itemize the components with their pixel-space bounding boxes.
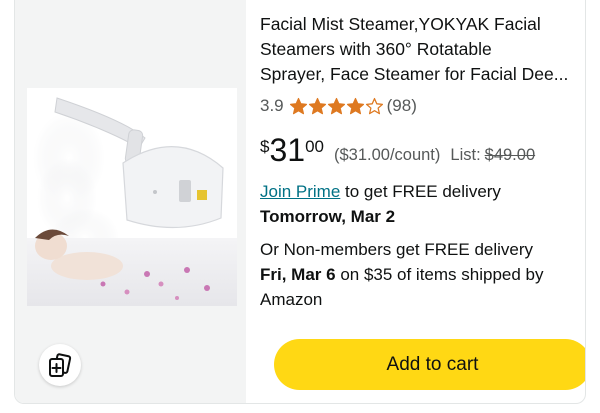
join-prime-link[interactable]: Join Prime [260, 182, 340, 201]
list-price: $49.00 [484, 146, 536, 164]
rating-value: 3.9 [260, 96, 284, 115]
nonmember-delivery-date: Fri, Mar 6 [260, 265, 336, 284]
add-to-cart-button[interactable]: Add to cart [274, 339, 585, 390]
facial-steamer-illustration [27, 88, 237, 306]
star-full-icon [308, 97, 326, 114]
star-full-icon [289, 97, 307, 114]
price-fraction: 00 [305, 137, 324, 156]
product-title[interactable]: Facial Mist Steamer,YOKYAK Facial Steame… [260, 12, 580, 87]
list-price-label: List: [450, 146, 481, 164]
compare-cards-icon [49, 353, 72, 377]
title-line: Steamers with 360° Rotatable [260, 39, 492, 59]
nonmember-delivery: Or Non-members get FREE delivery Fri, Ma… [260, 237, 585, 312]
star-rating [289, 97, 384, 116]
review-count[interactable]: (98) [387, 96, 417, 116]
price-row: $ 31 00 ($31.00/count) List: $49.00 [260, 133, 535, 167]
rating-row[interactable]: 3.9 (98) [260, 96, 417, 116]
star-empty-icon [365, 97, 383, 114]
prime-delivery-date: Tomorrow, Mar 2 [260, 207, 396, 226]
prime-delivery: Join Prime to get FREE delivery Tomorrow… [260, 179, 585, 229]
price-whole: 31 [269, 132, 306, 168]
price-per-unit: ($31.00/count) [333, 146, 441, 164]
nonmember-delivery-text: Or Non-members get FREE delivery [260, 240, 534, 259]
product-image[interactable] [27, 88, 237, 306]
prime-delivery-text: to get FREE delivery [340, 182, 501, 201]
title-line: Sprayer, Face Steamer for Facial Dee... [260, 64, 569, 84]
compare-button[interactable] [39, 344, 81, 386]
product-image-panel [15, 0, 246, 403]
title-line: Facial Mist Steamer,YOKYAK Facial [260, 14, 541, 34]
product-card[interactable]: Facial Mist Steamer,YOKYAK Facial Steame… [14, 0, 586, 404]
price-currency: $ [260, 137, 270, 156]
star-full-icon [327, 97, 345, 114]
star-full-icon [346, 97, 364, 114]
